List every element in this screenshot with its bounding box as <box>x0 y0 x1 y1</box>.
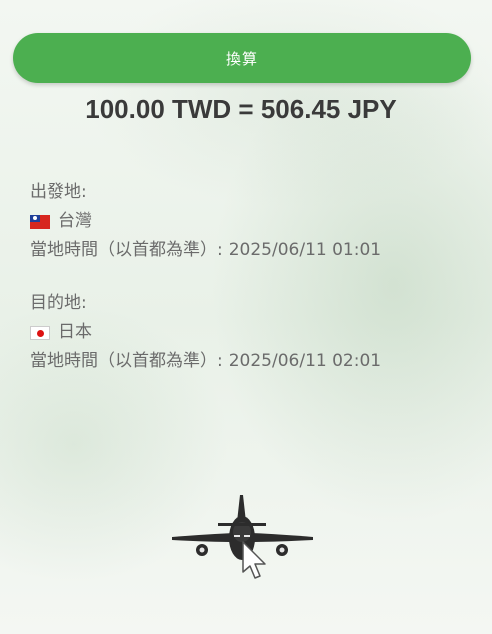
destination-time-label: 當地時間（以首都為準）: <box>30 351 223 371</box>
destination-time-row: 當地時間（以首都為準）: 2025/06/11 02:01 <box>30 347 381 376</box>
destination-heading: 目的地: <box>30 293 87 313</box>
departure-time-value: 2025/06/11 01:01 <box>228 240 382 260</box>
mouse-cursor-icon <box>242 541 266 579</box>
departure-country-row: 台灣 <box>30 207 381 236</box>
destination-time-value: 2025/06/11 02:01 <box>228 351 382 371</box>
destination-country: 日本 <box>58 322 92 342</box>
departure-country: 台灣 <box>58 211 92 231</box>
destination-section: 目的地: 日本 當地時間（以首都為準）: 2025/06/11 02:01 <box>30 289 381 376</box>
conversion-result: 100.00 TWD = 506.45 JPY <box>85 94 397 124</box>
convert-button[interactable]: 換算 <box>13 33 471 83</box>
destination-country-row: 日本 <box>30 318 381 347</box>
convert-button-label: 換算 <box>225 49 258 68</box>
departure-time-row: 當地時間（以首都為準）: 2025/06/11 01:01 <box>30 236 381 265</box>
departure-time-label: 當地時間（以首都為準）: <box>30 240 223 260</box>
departure-section: 出發地: 台灣 當地時間（以首都為準）: 2025/06/11 01:01 <box>30 178 381 265</box>
japan-flag-icon <box>30 325 50 340</box>
departure-heading: 出發地: <box>30 182 87 202</box>
taiwan-flag-icon <box>30 214 50 229</box>
